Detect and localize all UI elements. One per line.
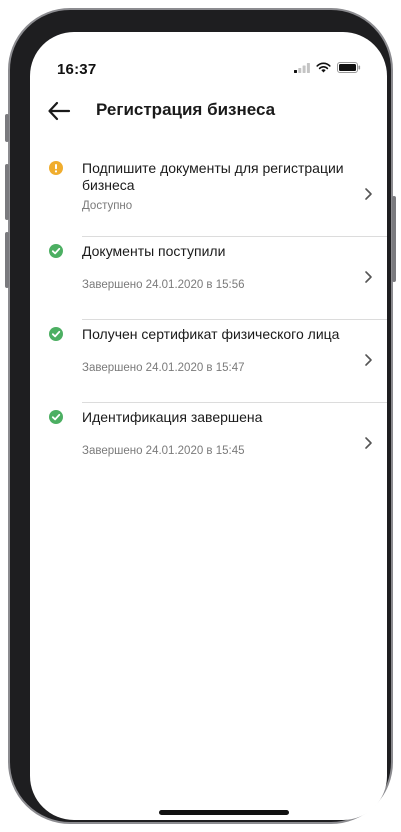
status-icons <box>294 62 361 73</box>
back-arrow-icon[interactable] <box>47 100 71 122</box>
step-status-text: Доступно <box>82 200 133 212</box>
wifi-icon <box>316 62 331 73</box>
step-certificate-received[interactable]: Получен сертификат физического лица Заве… <box>30 320 387 403</box>
step-title: Подпишите документы для регистрации бизн… <box>82 160 344 193</box>
step-documents-received[interactable]: Документы поступили Завершено 24.01.2020… <box>30 237 387 320</box>
chevron-right-icon <box>365 271 372 283</box>
phone-frame: 16:37 Регистрация бизнеса Подпишите доку… <box>5 8 396 824</box>
registration-steps-list: Подпишите документы для регистрации бизн… <box>30 154 387 486</box>
step-title: Получен сертификат физического лица <box>82 326 340 342</box>
volume-up-button <box>5 164 9 220</box>
mute-switch <box>5 114 9 142</box>
status-bar: 16:37 <box>30 32 387 78</box>
app-header: Регистрация бизнеса <box>30 96 387 126</box>
chevron-right-icon <box>365 354 372 366</box>
step-identification-complete[interactable]: Идентификация завершена Завершено 24.01.… <box>30 403 387 486</box>
step-sign-documents[interactable]: Подпишите документы для регистрации бизн… <box>30 154 387 237</box>
chevron-right-icon <box>365 188 372 200</box>
step-status-text: Завершено 24.01.2020 в 15:45 <box>82 445 245 457</box>
cellular-signal-icon <box>294 63 310 73</box>
chevron-right-icon <box>365 437 372 449</box>
step-status-text: Завершено 24.01.2020 в 15:56 <box>82 279 245 291</box>
volume-down-button <box>5 232 9 288</box>
check-icon <box>49 410 63 424</box>
power-button <box>392 196 396 282</box>
check-icon <box>49 244 63 258</box>
page-title: Регистрация бизнеса <box>96 100 276 119</box>
step-title: Идентификация завершена <box>82 409 263 425</box>
exclamation-icon <box>49 161 63 175</box>
status-time: 16:37 <box>57 61 97 78</box>
screen: 16:37 Регистрация бизнеса Подпишите доку… <box>30 32 387 820</box>
step-status-text: Завершено 24.01.2020 в 15:47 <box>82 362 245 374</box>
home-indicator[interactable] <box>159 810 289 815</box>
check-icon <box>49 327 63 341</box>
battery-icon <box>337 62 361 73</box>
step-title: Документы поступили <box>82 243 226 259</box>
